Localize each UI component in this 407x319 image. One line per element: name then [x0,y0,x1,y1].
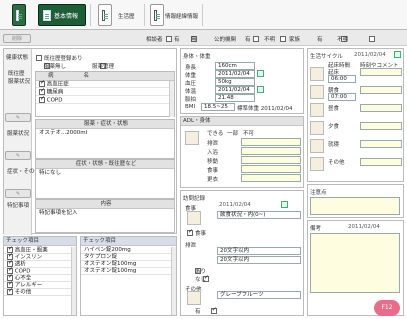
other-icon [310,157,324,171]
filter-checkbox[interactable] [166,35,172,42]
table-row[interactable]: COPD [36,95,174,104]
bed-icon [310,139,324,153]
adl-panel: ADL・身体 できる 一部 不可 排泄 入浴 移動 食事 更衣 [180,116,304,188]
meal-icon [187,211,201,225]
table-row[interactable]: 糖尿病 [36,87,174,96]
life-cycle-panel: 生活サイクル 2011/02/04 起床時間 時刻やコメント 起床 06:00 … [307,48,404,182]
tab-history-info[interactable]: 情報経緯情報 [165,12,198,20]
calendar-icon[interactable] [257,70,264,77]
medication-panel: チェック項目 ハイペン錠200mg タケプロン錠 オステオン錠100mg オステ… [80,236,177,316]
filter-checkbox[interactable] [368,35,375,42]
height-input[interactable]: 160cm [215,62,255,70]
filter-label: 相談者 [146,37,163,43]
f12-button[interactable]: F12 [374,300,400,316]
med-panel: 服薬・症状・状態 オステオ...2000ml [35,119,175,159]
body-panel: 身体・体重 身長 160cm 体重 2011/02/04 血圧 50kg 体温 … [180,48,304,114]
tab-life-history[interactable]: 生活歴 [118,12,135,20]
calendar-icon[interactable] [257,86,264,93]
delete-button[interactable]: 削除 [3,34,31,43]
document-icon [43,9,51,21]
history-checkbox[interactable] [36,54,42,61]
edit-button[interactable]: ✎ [5,189,31,198]
filter-checkbox[interactable] [279,35,286,42]
person-icon [185,131,199,145]
left-panel: 健康状態 既往歴 服薬状況 既往歴登録あり 服薬無し 服薬管理 病名 高血圧症 … [3,48,177,235]
calendar-icon[interactable] [281,201,288,208]
check-panel: チェック項目 高血圧・服薬 インスリン 透析 COPD 心不全 アレルギー その… [3,236,77,316]
filter-bar: 削除 相談者 有 無 公的機関 有 不明 家族 有 不明 [0,30,407,46]
sun-icon [310,67,324,81]
disease-table: 病名 高血圧症 糖尿病 COPD [35,71,175,117]
toolbar: 基本情報 生活歴 情報経緯情報 [0,0,407,30]
edit-button[interactable]: ✎ [5,113,31,122]
tab-life-icon[interactable] [98,4,112,26]
fruit-icon [187,291,201,305]
breakfast-icon [310,85,324,99]
body-title: 身体・体重 [183,54,211,60]
calendar-icon[interactable] [394,51,401,58]
tab-history-icon[interactable] [150,4,164,26]
health-section-title: 健康状態 [6,55,29,61]
remarks-panel: 内容 特記事項を記入 [35,199,175,233]
lunch-icon [310,103,324,117]
visit-record-panel: 訪問記録 2011/02/04 食事 飲食状況・内(0~) 食事 排泄 20文字… [180,190,304,316]
symptom-panel: 症状・状態・既往歴など 特になし [35,159,175,199]
filter-checkbox[interactable] [252,35,259,42]
caution-panel: 注意点 [307,184,404,218]
edit-button[interactable]: ✎ [5,151,31,160]
home-tab-icon[interactable] [12,4,26,26]
dinner-icon [310,121,324,135]
table-row[interactable]: 高血圧症 [36,79,174,88]
tab-basic-info[interactable]: 基本情報 [38,4,86,26]
